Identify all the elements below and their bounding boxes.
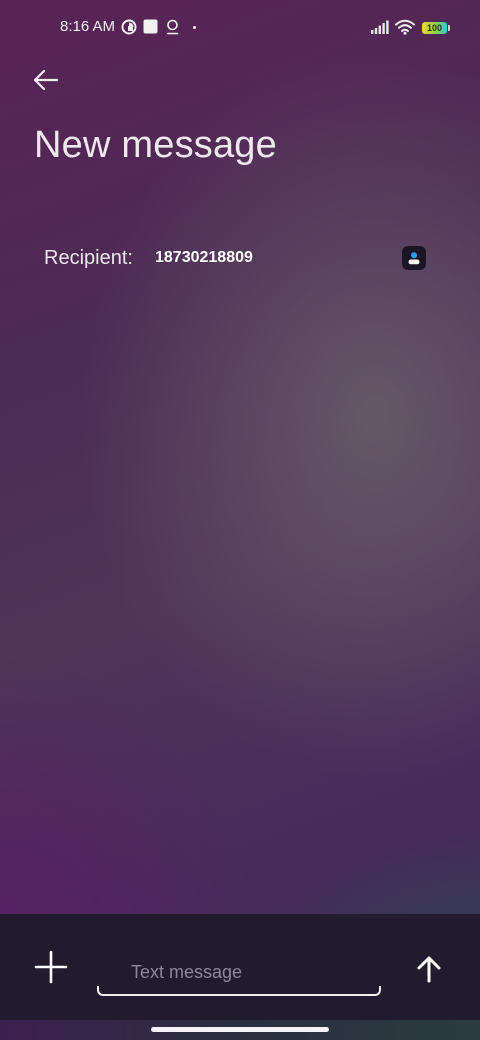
arrow-left-icon xyxy=(28,69,64,100)
contact-person-icon xyxy=(402,252,426,274)
contacts-button[interactable] xyxy=(402,246,426,270)
wifi-icon xyxy=(395,19,415,40)
recipient-value[interactable]: 18730218809 xyxy=(155,249,253,267)
battery-icon: 100 xyxy=(422,22,450,34)
data-saver-icon xyxy=(121,19,137,40)
notification-square-icon xyxy=(143,19,158,39)
page-title: New message xyxy=(34,124,277,166)
input-underline xyxy=(97,986,381,996)
recipient-field[interactable]: Recipient: 18730218809 xyxy=(44,244,434,274)
status-dot xyxy=(193,26,196,29)
location-pin-icon xyxy=(166,19,179,40)
recipient-label: Recipient: xyxy=(44,247,133,269)
signal-icon xyxy=(371,20,389,34)
back-button[interactable] xyxy=(28,64,64,96)
send-button[interactable] xyxy=(412,952,446,986)
home-indicator[interactable] xyxy=(151,1027,329,1032)
status-time: 8:16 AM xyxy=(60,18,116,35)
plus-icon xyxy=(32,950,70,990)
arrow-up-icon xyxy=(412,956,446,990)
add-attachment-button[interactable] xyxy=(32,948,70,986)
status-bar: 8:16 AM 100 xyxy=(0,0,480,56)
compose-bar xyxy=(0,914,480,1020)
